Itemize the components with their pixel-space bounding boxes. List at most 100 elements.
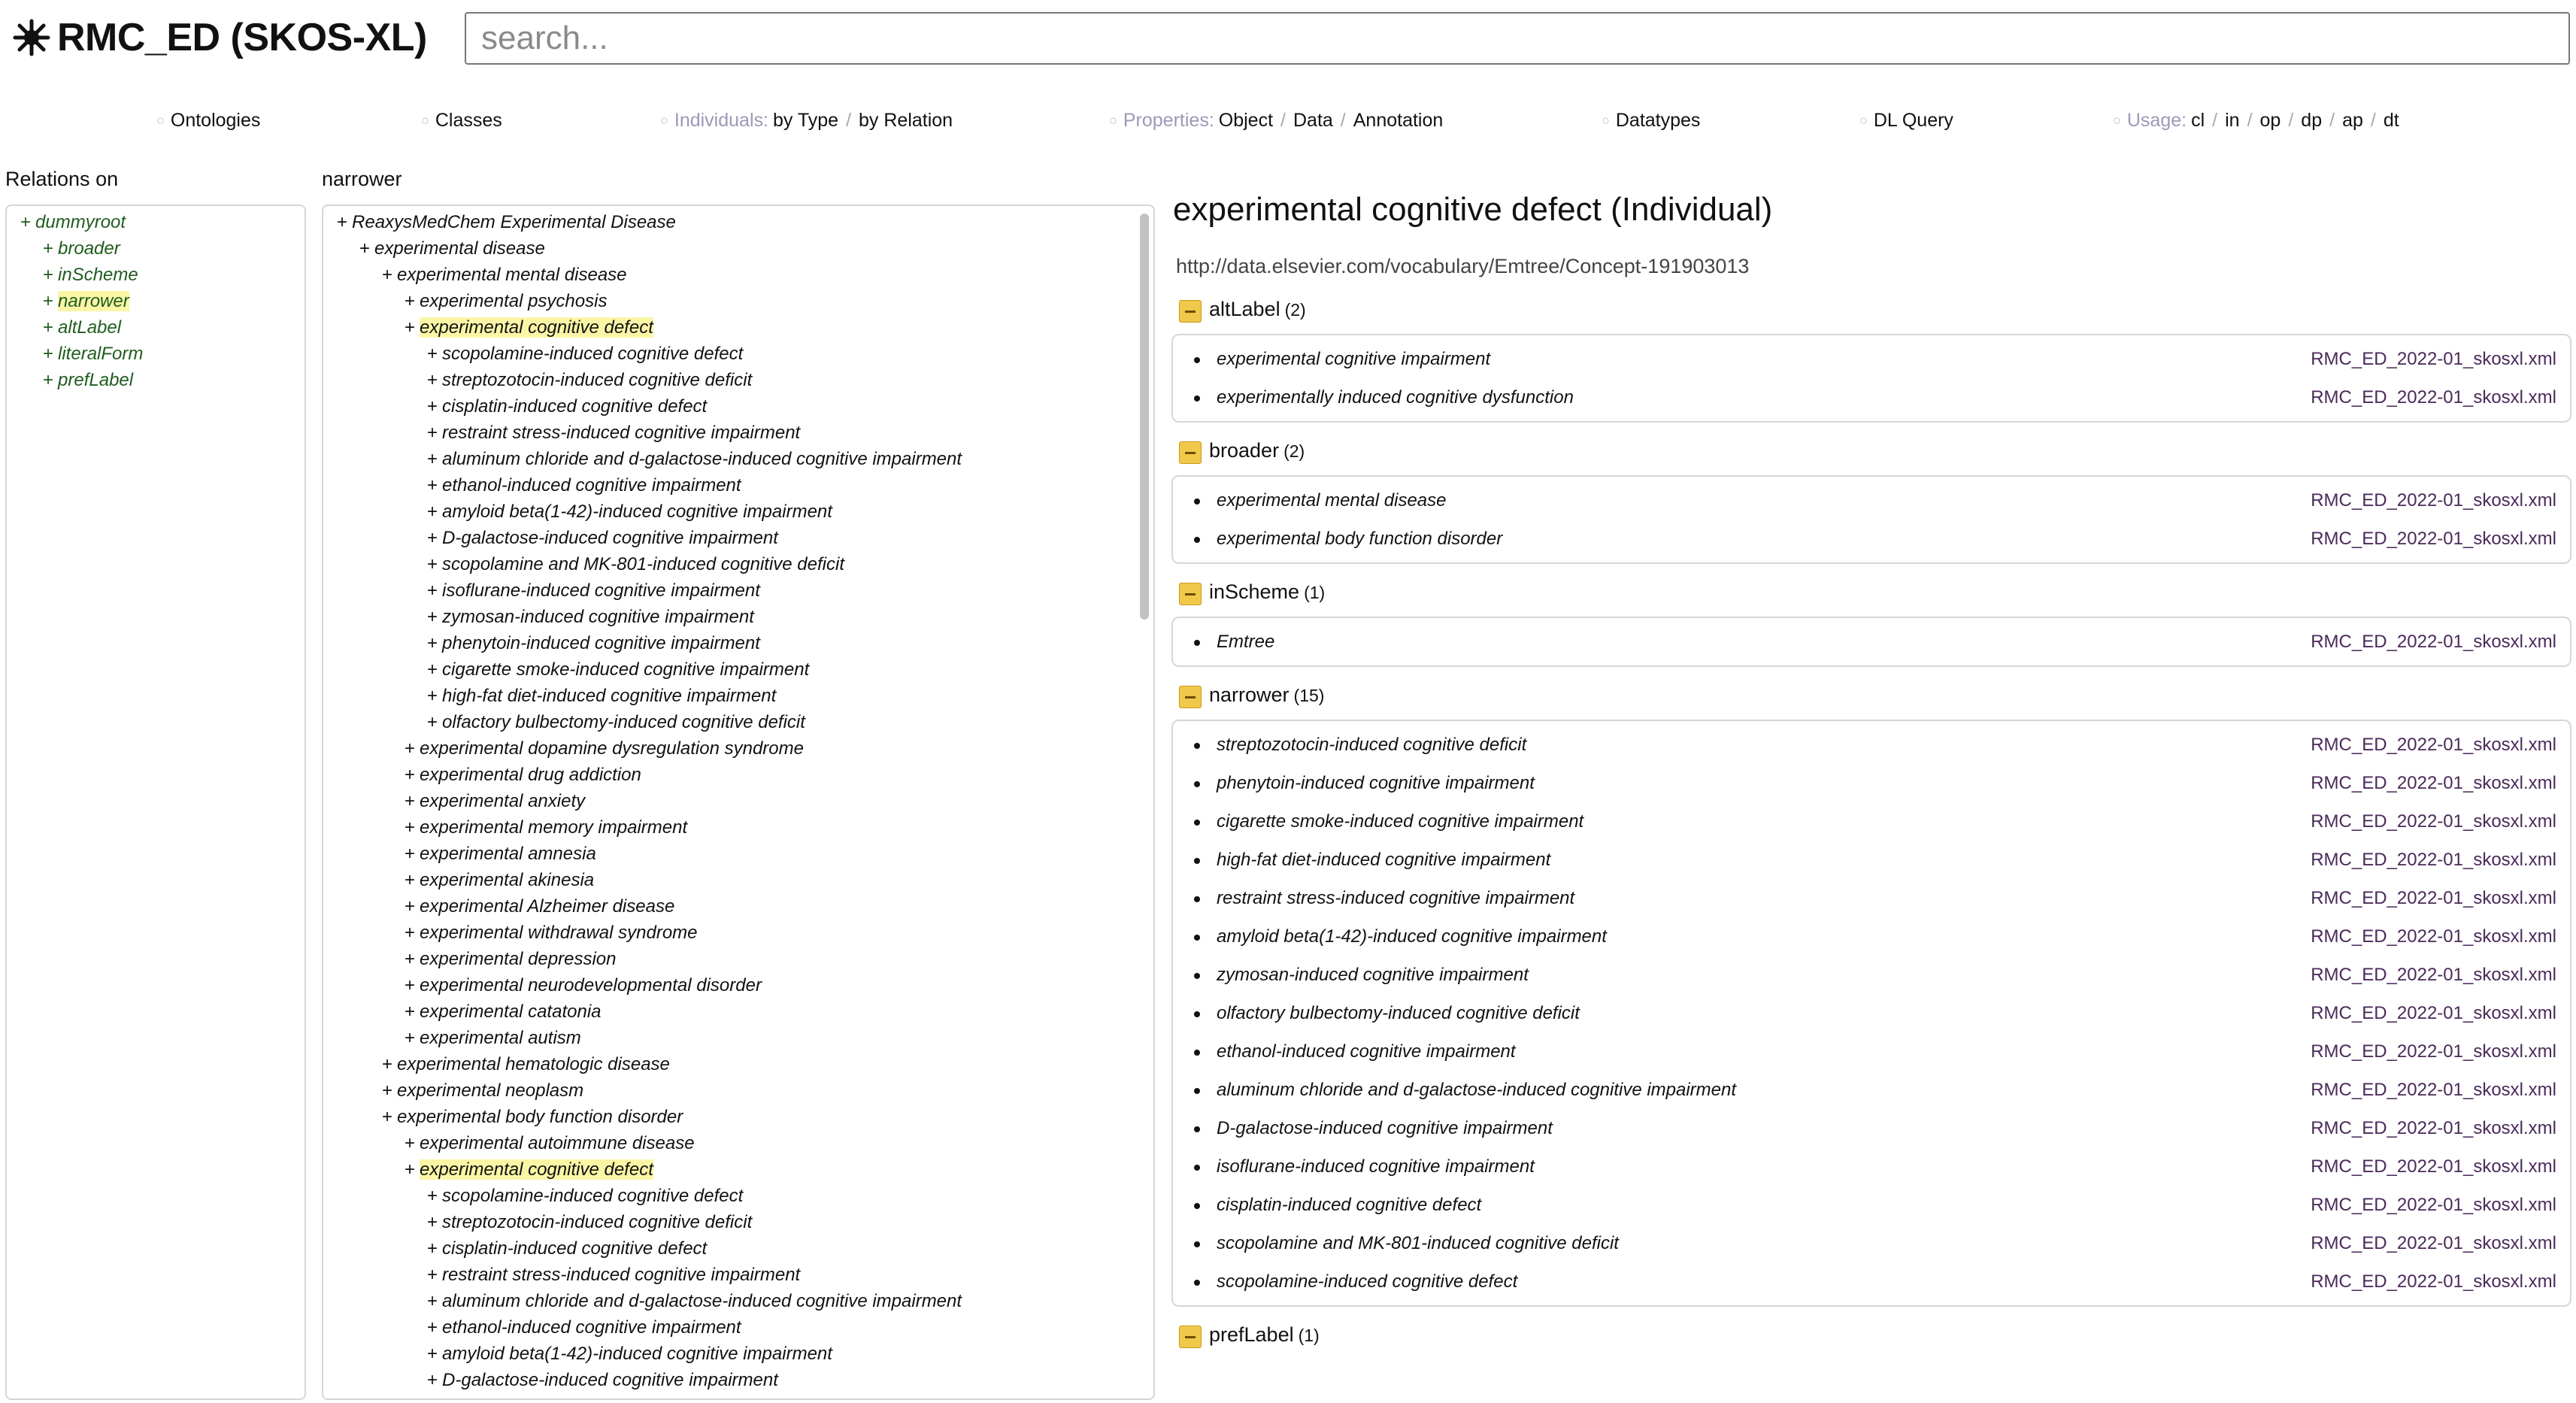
tree-item-label[interactable]: experimental disease [374,238,545,259]
expand-plus-icon[interactable]: + [427,607,438,627]
item-label[interactable]: restraint stress-induced cognitive impai… [1217,879,1574,917]
item-label[interactable]: high-fat diet-induced cognitive impairme… [1217,841,1550,879]
source-link[interactable]: RMC_ED_2022-01_skosxl.xml [2311,1032,2556,1071]
expand-plus-icon[interactable]: + [427,396,438,417]
tree-item[interactable]: + cigarette smoke-induced cognitive impai… [323,656,1153,683]
tree-item[interactable]: + high-fat diet-induced cognitive impairm… [323,683,1153,709]
tree-item[interactable]: + restraint stress-induced cognitive impa… [323,420,1153,446]
tree-item-label[interactable]: restraint stress-induced cognitive impai… [442,423,800,443]
tree-item[interactable]: + experimental drug addiction [323,762,1153,788]
expand-plus-icon[interactable]: + [427,502,438,522]
tree-item[interactable]: + experimental hematologic disease [323,1051,1153,1077]
tree-item[interactable]: + scopolamine-induced cognitive defect [323,341,1153,367]
tree-item[interactable]: + experimental dopamine dysregulation syn… [323,735,1153,762]
item-label[interactable]: isoflurane-induced cognitive impairment [1217,1147,1535,1186]
tree-item-label[interactable]: experimental drug addiction [420,765,641,785]
tree-item[interactable]: + amyloid beta(1-42)-induced cognitive im… [323,498,1153,525]
tree-item-label[interactable]: literalForm [58,344,143,364]
expand-plus-icon[interactable]: + [337,212,347,232]
tree-item-label[interactable]: experimental hematologic disease [397,1054,670,1074]
source-link[interactable]: RMC_ED_2022-01_skosxl.xml [2311,1262,2556,1301]
expand-plus-icon[interactable]: + [427,1186,438,1206]
tree-item-label[interactable]: broader [58,238,120,259]
item-label[interactable]: scopolamine and MK-801-induced cognitive… [1217,1224,1619,1262]
item-label[interactable]: experimental cognitive impairment [1217,340,1490,378]
tree-item[interactable]: + streptozotocin-induced cognitive defici… [323,367,1153,393]
tree-item[interactable]: + experimental akinesia [323,867,1153,893]
tree-item[interactable]: + experimental autism [323,1025,1153,1051]
collapse-toggle-icon[interactable] [1179,1326,1202,1348]
expand-plus-icon[interactable]: + [43,370,53,390]
expand-plus-icon[interactable]: + [43,317,53,338]
expand-plus-icon[interactable]: + [20,212,31,232]
expand-plus-icon[interactable]: + [427,1291,438,1311]
tree-item[interactable]: + restraint stress-induced cognitive impa… [323,1262,1153,1288]
item-label[interactable]: phenytoin-induced cognitive impairment [1217,764,1535,802]
source-link[interactable]: RMC_ED_2022-01_skosxl.xml [2311,841,2556,879]
source-link[interactable]: RMC_ED_2022-01_skosxl.xml [2311,1109,2556,1147]
tree-item-label[interactable]: cisplatin-induced cognitive defect [442,396,707,417]
tree-item-label[interactable]: D-galactose-induced cognitive impairment [442,1370,778,1390]
source-link[interactable]: RMC_ED_2022-01_skosxl.xml [2311,1224,2556,1262]
tree-item[interactable]: + dummyroot [7,209,305,235]
tree-item-label[interactable]: amyloid beta(1-42)-induced cognitive imp… [442,502,832,522]
tree-item-label[interactable]: experimental autism [420,1028,581,1048]
expand-plus-icon[interactable]: + [405,923,415,943]
tree-item[interactable]: + experimental psychosis [323,288,1153,314]
expand-plus-icon[interactable]: + [405,817,415,838]
item-label[interactable]: experimentally induced cognitive dysfunc… [1217,378,1574,417]
tree-item[interactable]: + D-galactose-induced cognitive impairmen… [323,525,1153,551]
tree-item[interactable]: + experimental mental disease [323,262,1153,288]
tree-item-label[interactable]: cigarette smoke-induced cognitive impair… [442,659,809,680]
expand-plus-icon[interactable]: + [382,1107,392,1127]
nav-usage-op[interactable]: op [2260,110,2281,131]
tree-item-label[interactable]: cisplatin-induced cognitive defect [442,1238,707,1259]
tree-item[interactable]: + literalForm [7,341,305,367]
tree-item[interactable]: + aluminum chloride and d-galactose-induc… [323,446,1153,472]
tree-item-label[interactable]: experimental amnesia [420,844,596,864]
expand-plus-icon[interactable]: + [427,449,438,469]
tree-item[interactable]: + experimental neurodevelopmental disorde… [323,972,1153,998]
tree-scrollbar[interactable] [1140,214,1149,620]
tree-item[interactable]: + experimental memory impairment [323,814,1153,841]
expand-plus-icon[interactable]: + [405,791,415,811]
nav-usage-ap[interactable]: ap [2342,110,2363,131]
expand-plus-icon[interactable]: + [427,528,438,548]
expand-plus-icon[interactable]: + [427,1265,438,1285]
collapse-toggle-icon[interactable] [1179,441,1202,464]
tree-item[interactable]: + experimental body function disorder [323,1104,1153,1130]
tree-item[interactable]: + phenytoin-induced cognitive impairment [323,630,1153,656]
tree-item-label[interactable]: scopolamine-induced cognitive defect [442,1186,743,1206]
search-input[interactable] [465,12,2570,65]
tree-item[interactable]: + scopolamine and MK-801-induced cognitiv… [323,551,1153,577]
expand-plus-icon[interactable]: + [43,265,53,285]
nav-usage-in[interactable]: in [2225,110,2239,131]
tree-item-label[interactable]: scopolamine and MK-801-induced cognitive… [442,554,844,574]
source-link[interactable]: RMC_ED_2022-01_skosxl.xml [2311,623,2556,661]
collapse-toggle-icon[interactable] [1179,300,1202,323]
tree-item-label[interactable]: experimental autoimmune disease [420,1133,695,1153]
expand-plus-icon[interactable]: + [427,344,438,364]
tree-item[interactable]: + experimental disease [323,235,1153,262]
expand-plus-icon[interactable]: + [405,896,415,917]
tree-item[interactable]: + experimental catatonia [323,998,1153,1025]
tree-item-label[interactable]: aluminum chloride and d-galactose-induce… [442,1291,962,1311]
tree-item[interactable]: + experimental withdrawal syndrome [323,920,1153,946]
tree-item[interactable]: + experimental amnesia [323,841,1153,867]
tree-item-label[interactable]: ReaxysMedChem Experimental Disease [352,212,676,232]
tree-item[interactable]: + broader [7,235,305,262]
tree-item-label[interactable]: D-galactose-induced cognitive impairment [442,528,778,548]
item-label[interactable]: streptozotocin-induced cognitive deficit [1217,726,1526,764]
item-label[interactable]: D-galactose-induced cognitive impairment [1217,1109,1553,1147]
expand-plus-icon[interactable]: + [427,1212,438,1232]
source-link[interactable]: RMC_ED_2022-01_skosxl.xml [2311,879,2556,917]
expand-plus-icon[interactable]: + [427,1317,438,1338]
item-label[interactable]: amyloid beta(1-42)-induced cognitive imp… [1217,917,1607,956]
expand-plus-icon[interactable]: + [427,423,438,443]
tree-item-label[interactable]: experimental withdrawal syndrome [420,923,698,943]
expand-plus-icon[interactable]: + [405,317,415,338]
collapse-toggle-icon[interactable] [1179,583,1202,605]
nav-ontologies[interactable]: Ontologies [171,110,261,131]
tree-item-label[interactable]: experimental memory impairment [420,817,687,838]
source-link[interactable]: RMC_ED_2022-01_skosxl.xml [2311,726,2556,764]
